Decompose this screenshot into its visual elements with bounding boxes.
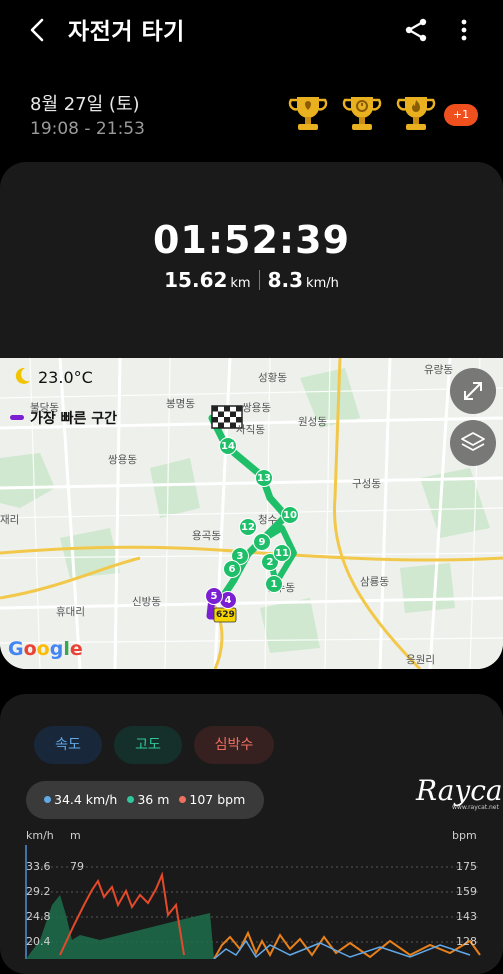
map-label: 유량동 bbox=[424, 364, 453, 376]
map-label: 성황동 bbox=[258, 372, 287, 384]
route-marker: 10 bbox=[281, 506, 299, 524]
more-vertical-icon[interactable] bbox=[450, 14, 478, 46]
map-layers-button[interactable] bbox=[450, 420, 496, 466]
session-date: 8월 27일 (토) bbox=[30, 94, 140, 115]
map-label: 용곡동 bbox=[192, 530, 221, 542]
speed-dot bbox=[44, 796, 51, 803]
map-label: 원성동 bbox=[298, 416, 327, 428]
left-axis-label: km/h bbox=[26, 829, 54, 842]
heart-dot bbox=[179, 796, 187, 803]
road-badge: 629 bbox=[216, 610, 235, 620]
tooltip-speed: 34.4 km/h bbox=[54, 792, 118, 807]
session-time-range: 19:08 - 21:53 bbox=[30, 119, 145, 139]
map-label: 휴대리 bbox=[56, 606, 85, 618]
tab-heart-rate[interactable]: 심박수 bbox=[194, 726, 274, 764]
right-tick: 128 bbox=[456, 935, 477, 948]
fastest-segment-swatch bbox=[10, 415, 24, 420]
temperature-value: 23.0°C bbox=[38, 368, 93, 387]
map-label: 구성동 bbox=[352, 478, 381, 490]
route-marker: 9 bbox=[253, 533, 271, 551]
duration-value: 01:52:39 bbox=[152, 218, 351, 262]
route-marker: 11 bbox=[273, 544, 291, 562]
watermark-logo: Raycat bbox=[416, 774, 503, 807]
layers-icon bbox=[461, 432, 485, 451]
trophy-timer-icon[interactable] bbox=[340, 92, 384, 136]
route-marker: 12 bbox=[239, 518, 257, 536]
chart-tooltip: 34.4 km/h 36 m 107 bpm bbox=[26, 781, 264, 819]
right-axis-label: bpm bbox=[452, 829, 477, 842]
chevron-left-icon[interactable] bbox=[22, 14, 54, 46]
map-label: 신방동 bbox=[132, 596, 161, 608]
route-map[interactable]: 유량동 성황동 봉명동 불당동 원성동 쌍용동 사직동 구성동 청수 용곡동 쌍… bbox=[0, 358, 503, 669]
route-marker: 5 bbox=[205, 587, 223, 605]
route-marker: 14 bbox=[219, 437, 237, 455]
map-label: 재리 bbox=[0, 514, 20, 526]
moon-icon bbox=[12, 366, 32, 390]
fastest-segment-legend: 가장 빠른 구간 bbox=[10, 408, 117, 428]
expand-icon bbox=[464, 382, 482, 400]
map-label: 사직동 bbox=[236, 424, 265, 436]
route-marker: 6 bbox=[223, 560, 241, 578]
expand-map-button[interactable] bbox=[450, 368, 496, 414]
right-tick: 143 bbox=[456, 910, 477, 923]
altitude-dot bbox=[127, 796, 135, 803]
tab-altitude[interactable]: 고도 bbox=[114, 726, 182, 764]
left-tick: 29.2 bbox=[26, 885, 51, 898]
left-tick: 33.6 bbox=[26, 860, 51, 873]
fastest-segment-label: 가장 빠른 구간 bbox=[30, 411, 118, 427]
map-label: 쌍용동 bbox=[242, 402, 271, 414]
distance-value: 15.62 bbox=[164, 268, 228, 292]
route-marker: 13 bbox=[255, 469, 273, 487]
share-icon[interactable] bbox=[400, 14, 432, 46]
tab-speed[interactable]: 속도 bbox=[34, 726, 102, 764]
divider bbox=[258, 270, 260, 290]
route-marker: 1 bbox=[265, 575, 283, 593]
altitude-area bbox=[26, 895, 214, 959]
right-tick: 159 bbox=[456, 885, 477, 898]
map-label: 청수 bbox=[258, 514, 278, 526]
watermark-url: www.raycat.net bbox=[452, 804, 499, 811]
map-label: 봉명동 bbox=[166, 398, 195, 410]
more-badges-button[interactable]: +1 bbox=[444, 104, 478, 126]
weather-info: 23.0°C bbox=[12, 366, 93, 390]
map-label: 응원리 bbox=[406, 654, 435, 666]
speed-unit: km/h bbox=[306, 276, 339, 291]
google-logo: Google bbox=[8, 638, 83, 660]
map-label: 쌍용동 bbox=[108, 454, 137, 466]
speed-value: 8.3 bbox=[267, 268, 304, 292]
tooltip-heart-rate: 107 bpm bbox=[189, 792, 246, 807]
altitude-axis-label: m bbox=[70, 829, 81, 842]
left-tick: 20.4 bbox=[26, 935, 51, 948]
trophy-distance-icon[interactable] bbox=[286, 92, 330, 136]
left-tick: 24.8 bbox=[26, 910, 51, 923]
page-title: 자전거 타기 bbox=[68, 19, 185, 45]
distance-speed-row: 15.62 km 8.3 km/h bbox=[0, 268, 503, 292]
distance-unit: km bbox=[230, 276, 251, 291]
altitude-tick: 79 bbox=[70, 860, 84, 873]
right-tick: 175 bbox=[456, 860, 477, 873]
trophy-calorie-icon[interactable] bbox=[394, 92, 438, 136]
tooltip-altitude: 36 m bbox=[137, 792, 170, 807]
map-label: 삼룡동 bbox=[360, 576, 389, 588]
